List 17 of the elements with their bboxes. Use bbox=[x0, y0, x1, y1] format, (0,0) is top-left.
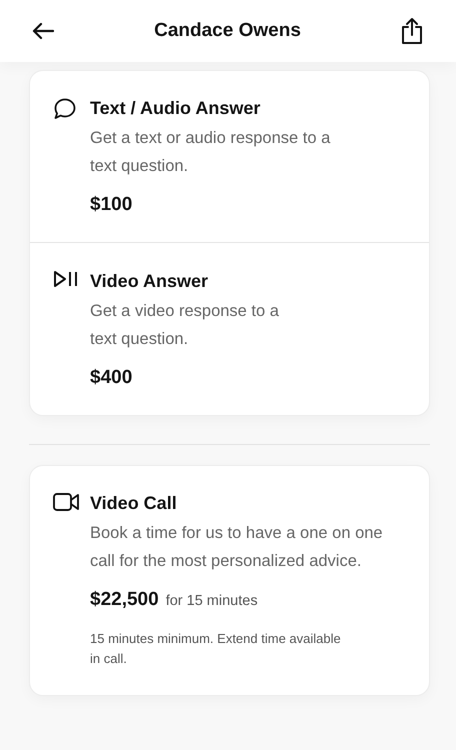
video-camera-icon bbox=[53, 492, 80, 512]
option-title: Text / Audio Answer bbox=[90, 97, 262, 120]
option-note: 15 minutes minimum. Extend time available in call. bbox=[90, 630, 342, 668]
option-description: Book a time for us to have a one on one call for the most personalized advice. bbox=[90, 523, 383, 572]
option-description: Get a video response to a text question. bbox=[90, 301, 279, 350]
price: $100 bbox=[90, 194, 132, 216]
price-note: for 15 minutes bbox=[166, 593, 258, 609]
share-icon[interactable] bbox=[401, 17, 423, 45]
option-title: Video Answer bbox=[90, 270, 210, 293]
option-description: Get a text or audio response to a text question. bbox=[90, 128, 330, 177]
price: $22,500 bbox=[90, 589, 159, 611]
price: $400 bbox=[90, 367, 132, 389]
back-icon[interactable] bbox=[32, 22, 54, 40]
chat-bubble-icon bbox=[53, 97, 77, 121]
page-title: Candace Owens bbox=[154, 20, 301, 42]
option-title: Video Call bbox=[90, 492, 178, 515]
play-pause-icon bbox=[53, 270, 79, 288]
